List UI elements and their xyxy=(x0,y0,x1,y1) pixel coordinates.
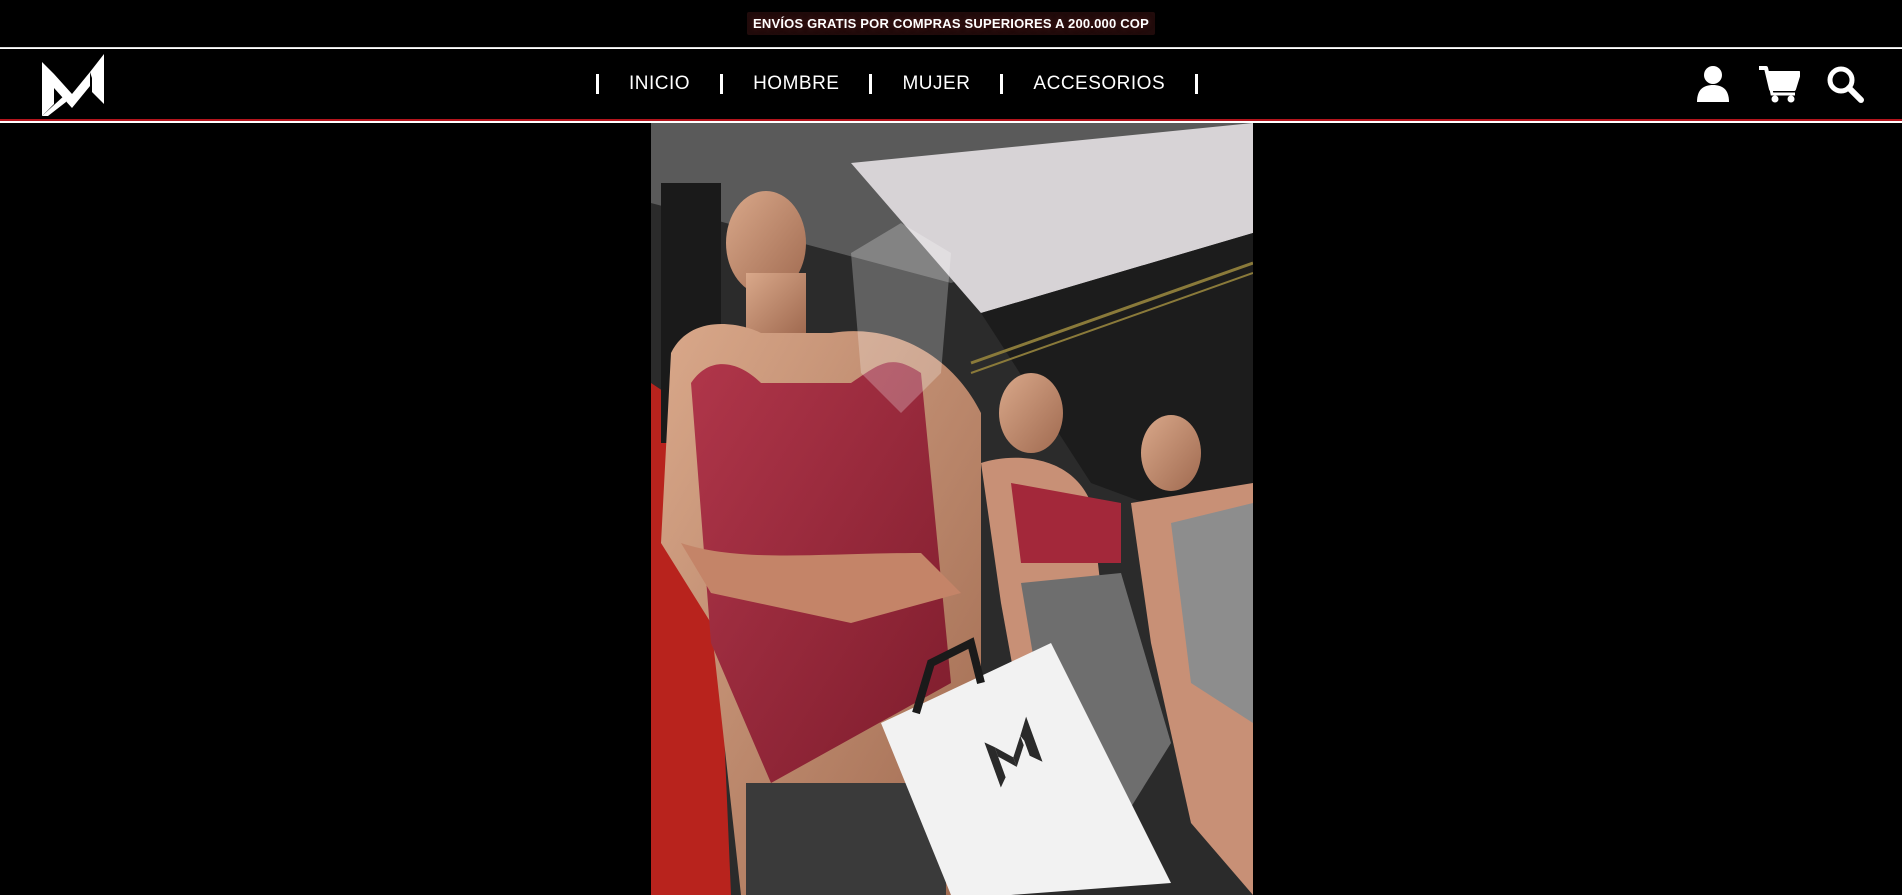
nav-link-hombre[interactable]: HOMBRE xyxy=(723,73,869,95)
nav-separator xyxy=(1195,74,1199,94)
nav-link-inicio[interactable]: INICIO xyxy=(599,73,720,95)
site-header: INICIO HOMBRE MUJER ACCESORIOS xyxy=(0,49,1902,121)
user-icon xyxy=(1697,66,1729,102)
cart-icon xyxy=(1759,66,1800,103)
wm-logo-icon xyxy=(42,54,104,116)
brand-logo[interactable] xyxy=(40,52,106,116)
announcement-text: ENVÍOS GRATIS POR COMPRAS SUPERIORES A 2… xyxy=(746,12,1155,35)
promo-photo-image xyxy=(651,123,1253,895)
hero-section xyxy=(0,123,1902,895)
account-button[interactable] xyxy=(1692,63,1734,105)
main-nav: INICIO HOMBRE MUJER ACCESORIOS xyxy=(596,49,1199,119)
search-button[interactable] xyxy=(1824,63,1866,105)
nav-link-accesorios[interactable]: ACCESORIOS xyxy=(1003,73,1195,95)
hero-video[interactable] xyxy=(651,123,1253,895)
search-icon xyxy=(1827,66,1864,103)
header-icons xyxy=(1692,63,1866,105)
announcement-bar: ENVÍOS GRATIS POR COMPRAS SUPERIORES A 2… xyxy=(0,0,1902,48)
cart-button[interactable] xyxy=(1758,63,1800,105)
nav-link-mujer[interactable]: MUJER xyxy=(872,73,1000,95)
